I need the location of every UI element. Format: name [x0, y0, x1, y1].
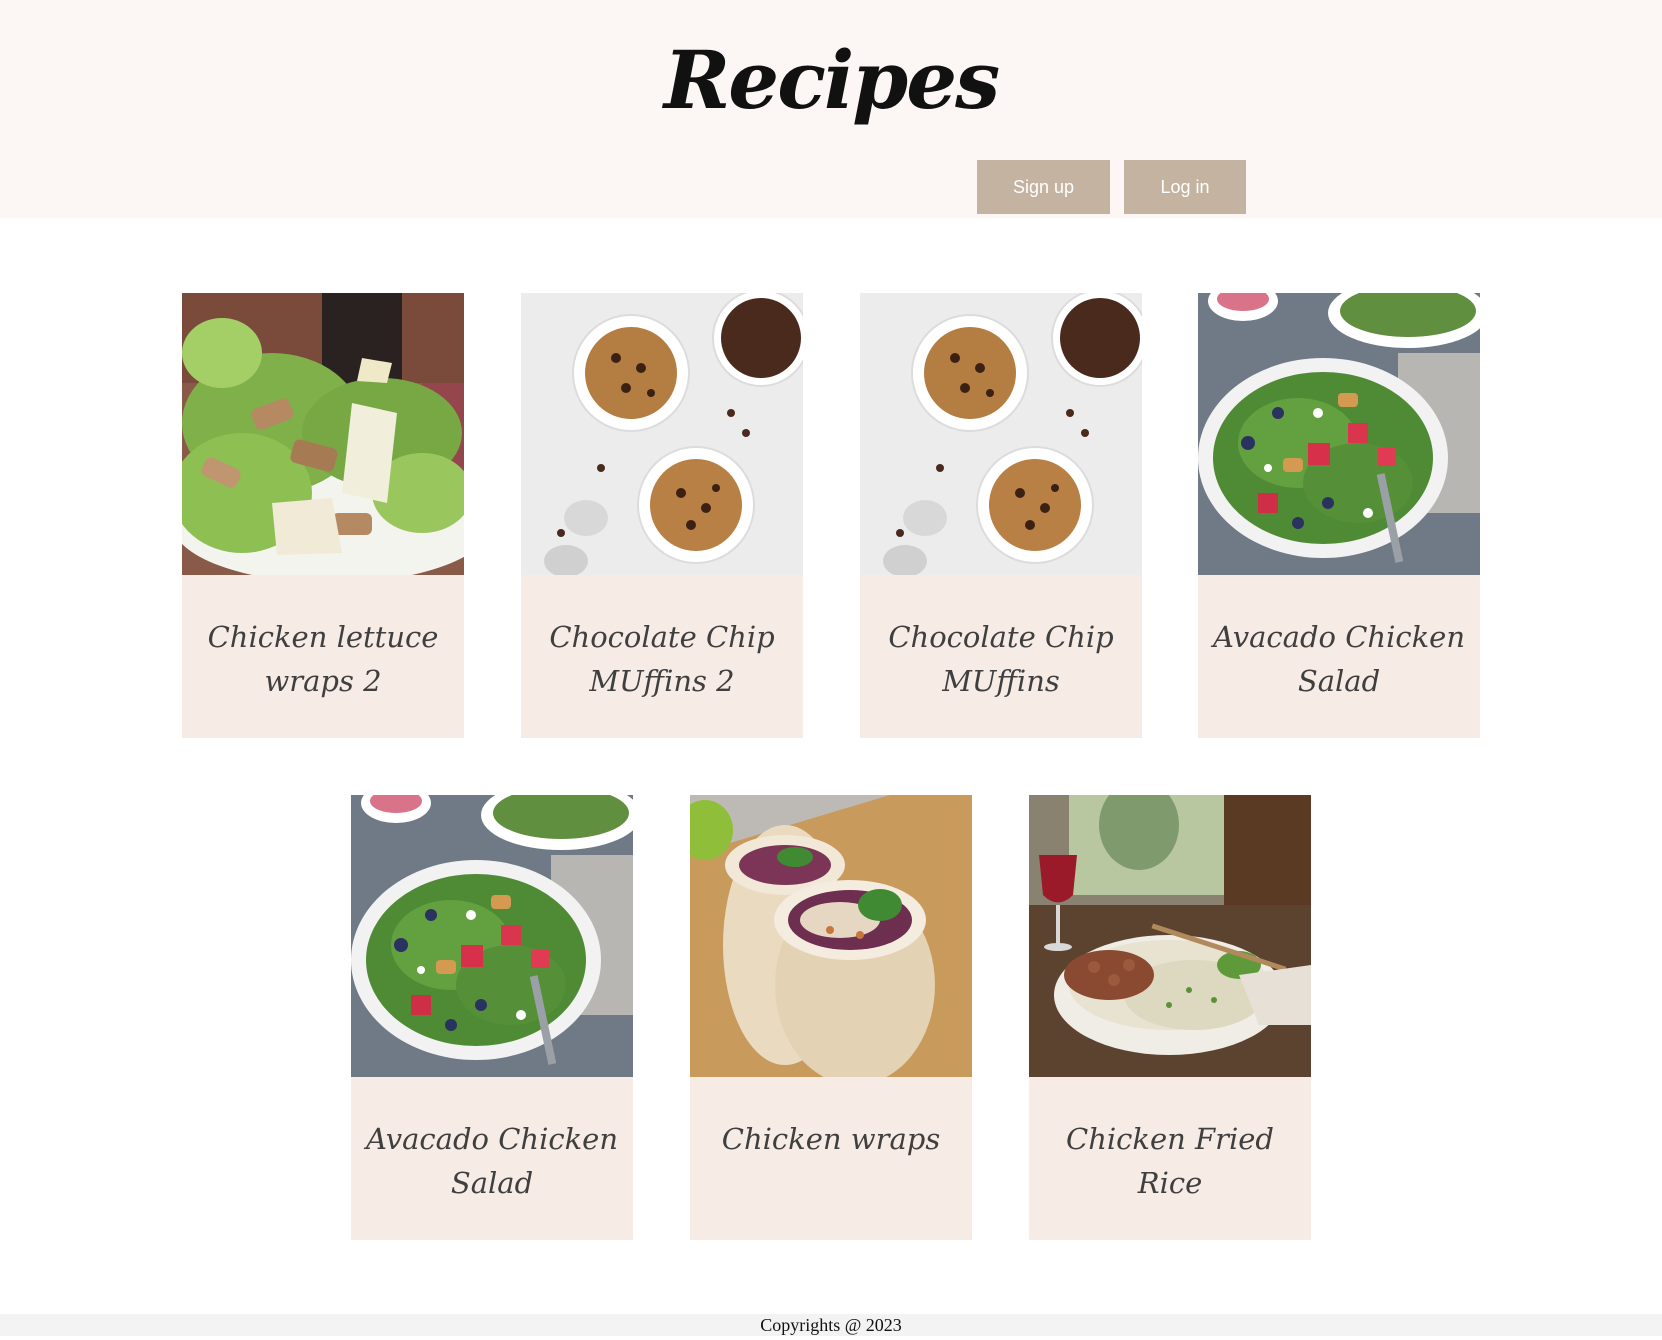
- recipe-card[interactable]: Chicken lettuce wraps 2: [182, 293, 464, 738]
- recipe-title: Chicken lettuce wraps 2: [182, 575, 464, 738]
- recipe-card[interactable]: Avacado Chicken Salad: [1198, 293, 1480, 738]
- footer-copyright: Copyrights @ 2023: [0, 1314, 1662, 1336]
- recipe-title: Avacado Chicken Salad: [1198, 575, 1480, 738]
- recipe-image: [521, 293, 803, 575]
- recipe-title: Chicken wraps: [690, 1077, 972, 1240]
- recipe-card[interactable]: Chocolate Chip MUffins: [860, 293, 1142, 738]
- site-title: Recipes: [663, 33, 1000, 127]
- site-header: Recipes Sign up Log in: [0, 0, 1662, 218]
- recipe-image: [1198, 293, 1480, 575]
- recipe-title: Chicken Fried Rice: [1029, 1077, 1311, 1240]
- recipe-image: [1029, 795, 1311, 1077]
- recipe-title: Chocolate Chip MUffins 2: [521, 575, 803, 738]
- sign-up-button[interactable]: Sign up: [977, 160, 1110, 214]
- recipe-title: Avacado Chicken Salad: [351, 1077, 633, 1240]
- recipe-image: [351, 795, 633, 1077]
- recipe-image: [690, 795, 972, 1077]
- recipe-card[interactable]: Chocolate Chip MUffins 2: [521, 293, 803, 738]
- recipe-card[interactable]: Chicken Fried Rice: [1029, 795, 1311, 1240]
- recipe-image: [860, 293, 1142, 575]
- recipe-image: [182, 293, 464, 575]
- recipe-card[interactable]: Avacado Chicken Salad: [351, 795, 633, 1240]
- recipe-card[interactable]: Chicken wraps: [690, 795, 972, 1240]
- recipe-title: Chocolate Chip MUffins: [860, 575, 1142, 738]
- log-in-button[interactable]: Log in: [1124, 160, 1246, 214]
